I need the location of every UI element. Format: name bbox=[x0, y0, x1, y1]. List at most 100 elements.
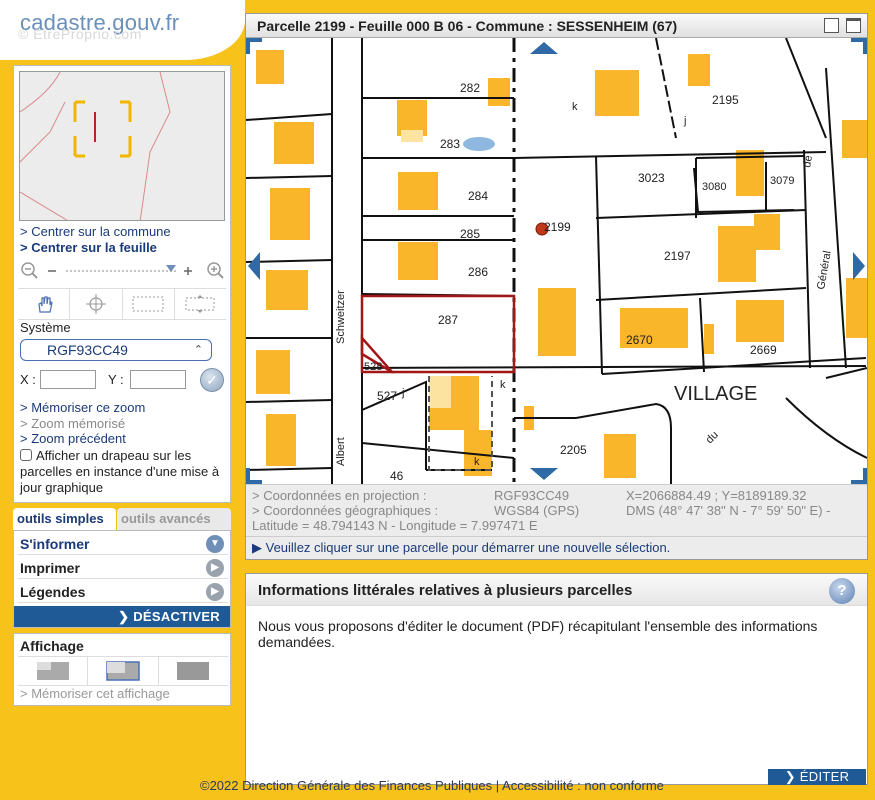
label-village: VILLAGE bbox=[674, 383, 757, 405]
y-label: Y : bbox=[108, 372, 124, 387]
latlon-value: Latitude = 48.794143 N - Longitude = 7.9… bbox=[252, 518, 538, 533]
flag-option[interactable]: Afficher un drapeau sur les parcelles en… bbox=[20, 448, 228, 496]
info-header: Informations littérales relatives à plus… bbox=[246, 574, 867, 606]
cadastral-map[interactable]: 282 283 284 285 286 287 528 527 46 2199 … bbox=[246, 38, 867, 484]
editer-button[interactable]: ❯ ÉDITER bbox=[768, 769, 866, 785]
label-2669: 2669 bbox=[750, 343, 777, 357]
info-text: Nous vous proposons d'éditer le document… bbox=[258, 618, 818, 650]
affichage-title: Affichage bbox=[20, 638, 84, 654]
desactiver-button[interactable]: ❯ DÉSACTIVER bbox=[14, 606, 230, 627]
tool-sinformer-label: S'informer bbox=[20, 536, 90, 552]
layout-medium-icon bbox=[106, 661, 140, 681]
zoom-out-icon[interactable] bbox=[21, 262, 38, 279]
tool-imprimer-label: Imprimer bbox=[20, 560, 80, 576]
pan-up-icon[interactable] bbox=[530, 42, 558, 54]
tab-outils-simples[interactable]: outils simples bbox=[13, 508, 116, 530]
label-527: 527 bbox=[377, 389, 397, 403]
info-panel: Informations littérales relatives à plus… bbox=[245, 573, 868, 785]
navigation-panel: > Centrer sur la commune > Centrer sur l… bbox=[13, 65, 231, 503]
label-528: 528 bbox=[364, 361, 382, 373]
zoom-in-icon[interactable] bbox=[207, 262, 224, 279]
tool-sinformer[interactable]: S'informer ▼ bbox=[18, 533, 228, 555]
maximize-window-icon[interactable] bbox=[846, 18, 861, 33]
parcel-lines bbox=[246, 38, 867, 484]
geo-label: > Coordonnées géographiques : bbox=[252, 503, 439, 518]
map-title: Parcelle 2199 - Feuille 000 B 06 - Commu… bbox=[246, 14, 867, 38]
extent-tool[interactable] bbox=[175, 289, 226, 319]
info-title: Informations littérales relatives à plus… bbox=[258, 582, 633, 599]
flag-checkbox[interactable] bbox=[20, 449, 32, 461]
label-2670: 2670 bbox=[626, 333, 653, 347]
selection-message: ▶ Veuillez cliquer sur une parcelle pour… bbox=[246, 536, 867, 559]
tool-legendes[interactable]: Légendes ▶ bbox=[18, 581, 228, 603]
x-input[interactable] bbox=[40, 370, 96, 389]
chevron-down-icon: ▼ bbox=[206, 535, 224, 553]
buildings bbox=[256, 50, 867, 478]
flag-label: Afficher un drapeau sur les parcelles en… bbox=[20, 448, 220, 495]
zoom-memorise-link: > Zoom mémorisé bbox=[20, 416, 126, 431]
systeme-value: RGF93CC49 bbox=[47, 342, 128, 358]
label-k-bottom: k bbox=[474, 456, 480, 468]
label-de: de bbox=[801, 154, 815, 168]
label-j-top: j bbox=[683, 115, 686, 127]
coordinates-panel: > Coordonnées en projection : RGF93CC49 … bbox=[246, 484, 867, 536]
label-general: Général bbox=[815, 250, 834, 291]
center-tool[interactable] bbox=[70, 289, 123, 319]
tools-panel: S'informer ▼ Imprimer ▶ Légendes ▶ ❯ DÉS… bbox=[13, 530, 231, 628]
pan-down-icon[interactable] bbox=[530, 468, 558, 480]
zoom-box-tool[interactable] bbox=[123, 289, 175, 319]
label-k-top: k bbox=[572, 101, 578, 113]
map-tools bbox=[18, 288, 226, 320]
chevron-right-icon: ▶ bbox=[206, 583, 224, 601]
selected-parcel-287[interactable] bbox=[360, 294, 516, 374]
label-2195: 2195 bbox=[712, 93, 739, 107]
y-input[interactable] bbox=[130, 370, 186, 389]
label-3080: 3080 bbox=[702, 181, 726, 193]
systeme-select[interactable]: RGF93CC49 ⌃ bbox=[20, 339, 212, 361]
zoom-precedent-link[interactable]: > Zoom précédent bbox=[20, 431, 126, 446]
label-k-mid: k bbox=[500, 379, 506, 391]
display-mode-medium[interactable] bbox=[88, 657, 159, 685]
proj-label: > Coordonnées en projection : bbox=[252, 488, 427, 503]
watermark: © EtreProprio.com bbox=[18, 26, 142, 42]
footer: ©2022 Direction Générale des Finances Pu… bbox=[200, 778, 664, 793]
tool-imprimer[interactable]: Imprimer ▶ bbox=[18, 557, 228, 579]
restore-window-icon[interactable] bbox=[824, 18, 839, 33]
geo-system: WGS84 (GPS) bbox=[494, 503, 580, 518]
pan-tool[interactable] bbox=[18, 289, 71, 319]
label-2205: 2205 bbox=[560, 443, 587, 457]
label-287: 287 bbox=[438, 313, 458, 327]
chevron-right-icon: ▶ bbox=[206, 559, 224, 577]
help-icon[interactable]: ? bbox=[829, 578, 855, 604]
memoriser-zoom-link[interactable]: > Mémoriser ce zoom bbox=[20, 400, 145, 415]
label-46: 46 bbox=[390, 469, 404, 483]
crosshair-icon bbox=[85, 294, 106, 314]
proj-system: RGF93CC49 bbox=[494, 488, 570, 503]
display-mode-full[interactable] bbox=[159, 657, 228, 685]
geo-value: DMS (48° 47' 38" N - 7° 59' 50" E) - bbox=[626, 503, 831, 518]
label-albert: Albert bbox=[335, 437, 347, 466]
affichage-panel: Affichage > Mémoriser cet affichage bbox=[13, 633, 231, 706]
affichage-options bbox=[18, 656, 228, 686]
layout-full-icon bbox=[177, 662, 210, 680]
memoriser-affichage-link[interactable]: > Mémoriser cet affichage bbox=[20, 686, 170, 701]
coordinate-ok-button[interactable]: ✓ bbox=[200, 368, 224, 392]
label-j-mid: j bbox=[401, 387, 404, 399]
overview-map[interactable] bbox=[19, 71, 225, 221]
center-commune-link[interactable]: > Centrer sur la commune bbox=[20, 224, 171, 239]
center-feuille-link[interactable]: > Centrer sur la feuille bbox=[20, 240, 157, 255]
pan-right-icon[interactable] bbox=[853, 252, 865, 280]
layout-small-icon bbox=[36, 662, 69, 680]
zoom-bar bbox=[18, 259, 226, 283]
label-2197: 2197 bbox=[664, 249, 691, 263]
header: cadastre.gouv.fr © EtreProprio.com bbox=[0, 0, 245, 60]
tools-tabs: outils simples outils avancés bbox=[13, 508, 231, 530]
pan-left-icon[interactable] bbox=[248, 252, 260, 280]
label-286: 286 bbox=[468, 265, 488, 279]
display-mode-small[interactable] bbox=[18, 657, 89, 685]
label-3079: 3079 bbox=[770, 175, 794, 187]
chevron-updown-icon: ⌃ bbox=[193, 344, 203, 356]
tool-legendes-label: Légendes bbox=[20, 584, 86, 600]
tab-outils-avances[interactable]: outils avancés bbox=[117, 508, 231, 530]
coordinate-row: X : Y : ✓ bbox=[20, 368, 226, 392]
